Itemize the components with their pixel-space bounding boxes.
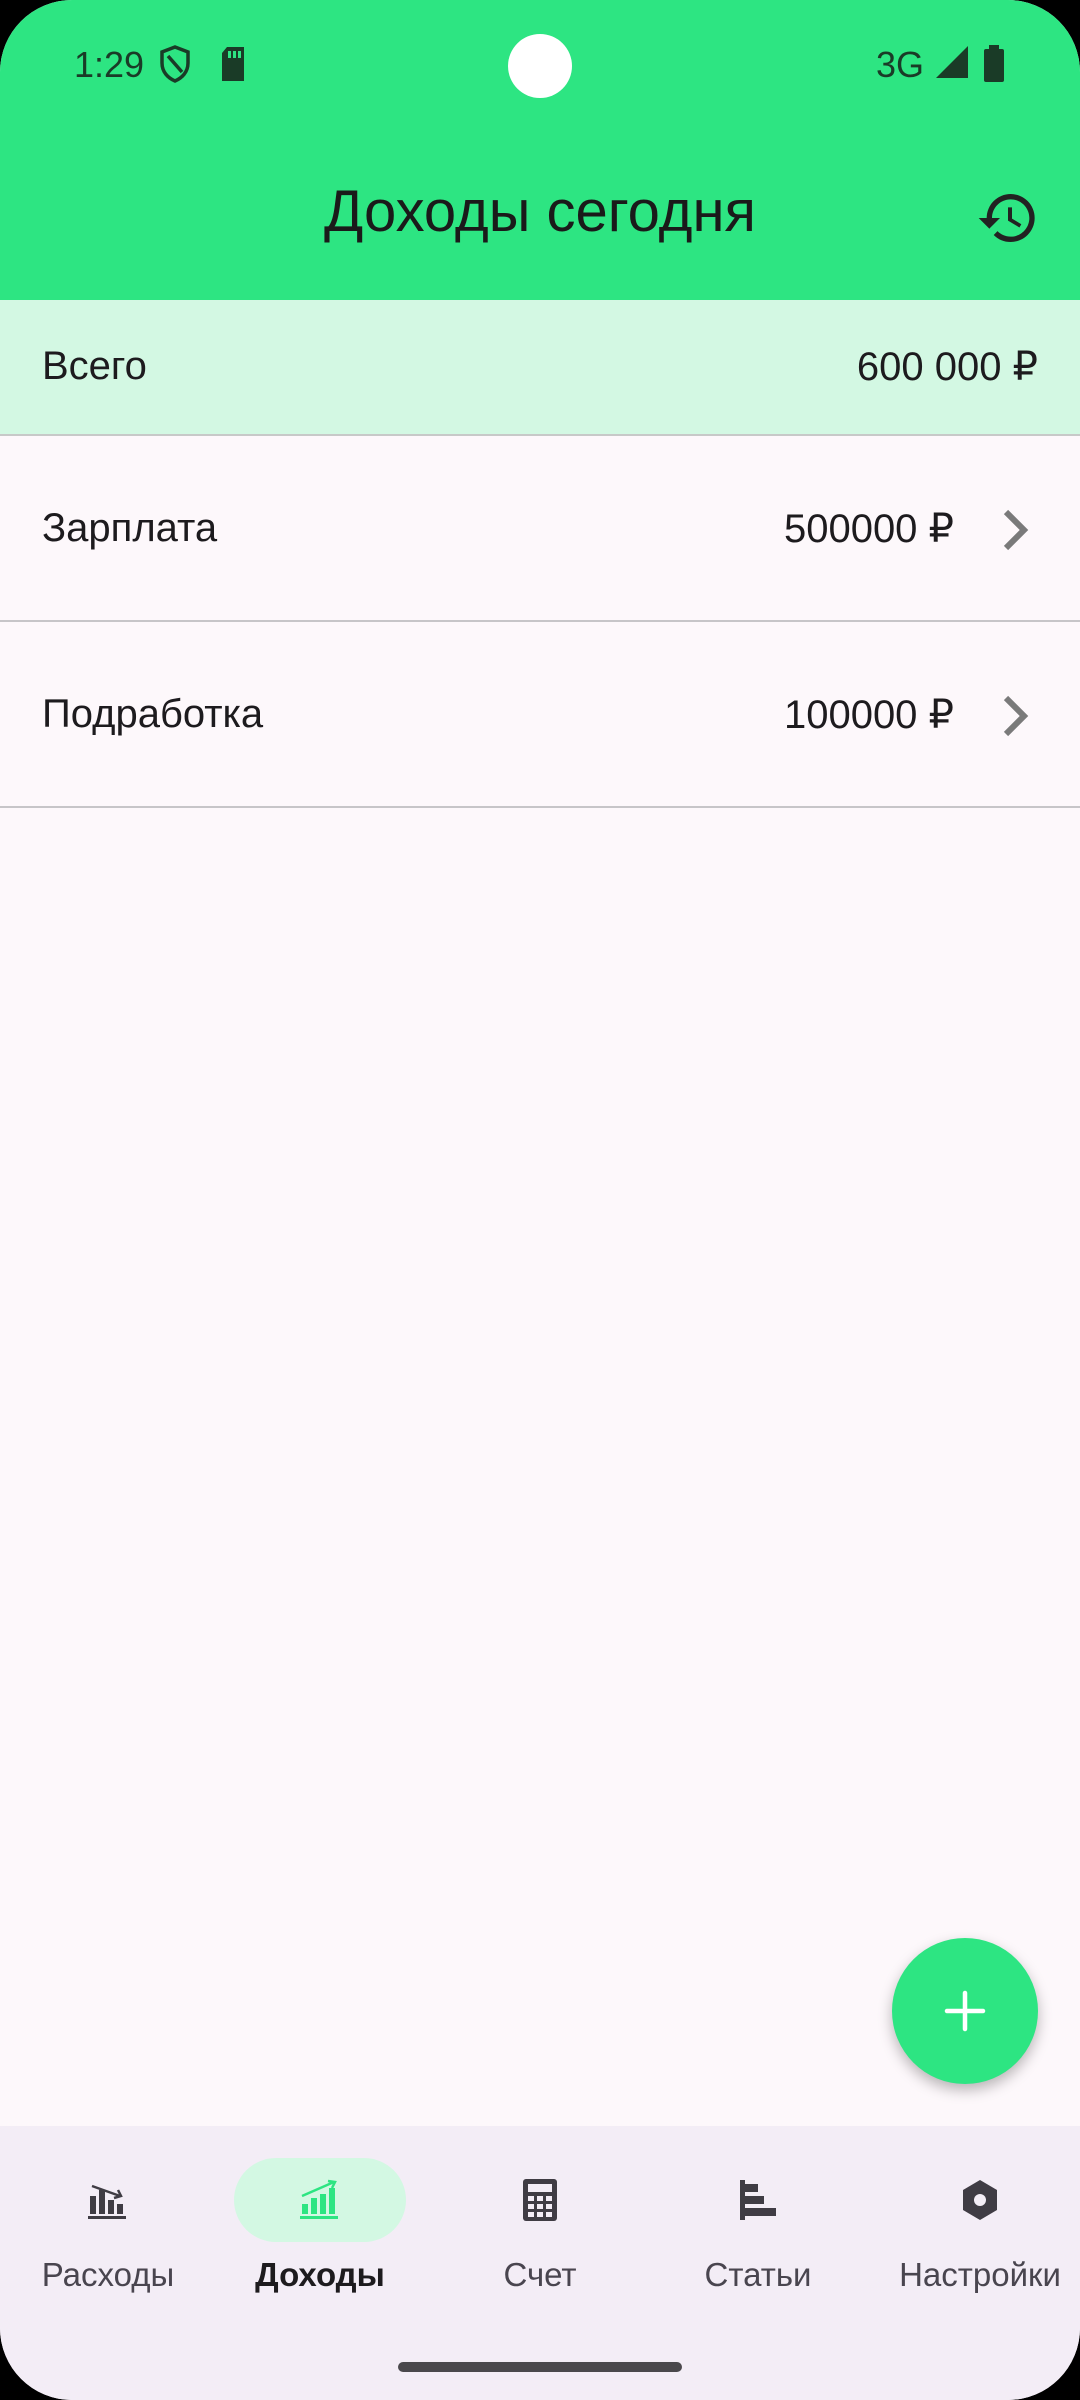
sd-card-icon <box>222 47 244 81</box>
app-bar: 1:29 3G Доходы сегодня <box>0 0 1080 300</box>
signal-icon <box>936 46 968 78</box>
income-chart-icon <box>300 2179 338 2219</box>
status-time: 1:29 <box>74 44 145 85</box>
income-label: Подработка <box>42 692 264 736</box>
expenses-chart-icon <box>88 2184 126 2219</box>
phone-screen: 1:29 3G Доходы сегодня Всего 600 000 ₽ З… <box>0 0 1080 2400</box>
nav-label: Счет <box>503 2256 577 2293</box>
articles-icon <box>740 2180 776 2220</box>
chevron-right-icon <box>1003 695 1029 737</box>
income-label: Зарплата <box>42 506 218 550</box>
income-amount: 100000 ₽ <box>783 693 954 737</box>
nav-label: Расходы <box>41 2256 175 2293</box>
chevron-right-icon <box>1003 509 1029 551</box>
history-icon[interactable] <box>976 186 1040 250</box>
nav-item-settings[interactable]: Настройки <box>872 2126 1080 2326</box>
nav-label: Доходы <box>255 2256 385 2293</box>
page-title: Доходы сегодня <box>324 179 756 244</box>
battery-icon <box>984 45 1004 82</box>
income-amount: 500000 ₽ <box>783 507 954 551</box>
plus-icon <box>944 1990 986 2032</box>
nav-item-income[interactable]: Доходы <box>212 2126 428 2326</box>
nav-item-account[interactable]: Счет <box>432 2126 648 2326</box>
calculator-icon <box>523 2179 557 2221</box>
shield-icon <box>160 45 190 83</box>
total-label: Всего <box>42 344 147 388</box>
nav-item-expenses[interactable]: Расходы <box>0 2126 216 2326</box>
income-row-side-job[interactable]: Подработка 100000 ₽ <box>0 622 1080 808</box>
nav-label: Статьи <box>704 2256 812 2293</box>
add-income-button[interactable] <box>892 1938 1038 2084</box>
settings-icon <box>963 2180 997 2220</box>
total-row: Всего 600 000 ₽ <box>0 300 1080 436</box>
network-type: 3G <box>876 44 925 85</box>
bottom-navigation: Расходы Доходы Счет Статьи Настройки <box>0 2126 1080 2400</box>
nav-item-articles[interactable]: Статьи <box>650 2126 866 2326</box>
front-camera <box>508 34 572 98</box>
nav-label: Настройки <box>899 2256 1061 2293</box>
home-gesture-handle[interactable] <box>398 2362 682 2372</box>
income-row-salary[interactable]: Зарплата 500000 ₽ <box>0 436 1080 622</box>
total-value: 600 000 ₽ <box>856 345 1038 389</box>
